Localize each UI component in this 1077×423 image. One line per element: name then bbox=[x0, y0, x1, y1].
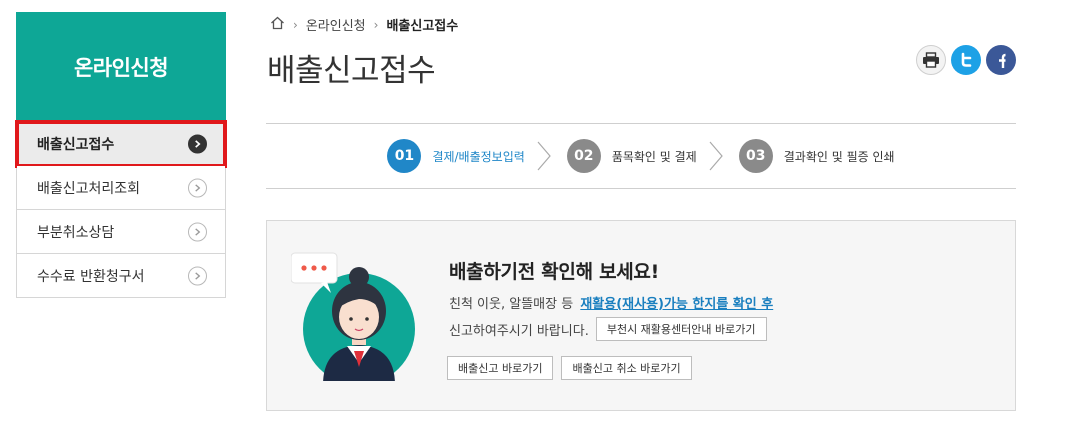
sidebar-menu: 배출신고접수 배출신고처리조회 부분취소상담 수수료 반환청구서 bbox=[15, 120, 227, 298]
sidebar-item-label: 수수료 반환청구서 bbox=[37, 268, 145, 285]
counselor-illustration bbox=[291, 252, 415, 381]
progress-steps: 01 결제/배출정보입력 02 품목확인 및 결제 03 결과확인 및 필증 인… bbox=[266, 123, 1016, 189]
sidebar-item-label: 부분취소상담 bbox=[37, 224, 115, 241]
cancel-report-shortcut-button[interactable]: 배출신고 취소 바로가기 bbox=[561, 356, 692, 380]
step-label: 결제/배출정보입력 bbox=[432, 149, 525, 164]
recycle-center-button[interactable]: 부천시 재활용센터안내 바로가기 bbox=[595, 317, 767, 341]
step-3: 03 결과확인 및 필증 인쇄 bbox=[738, 139, 895, 173]
sidebar-item-status[interactable]: 배출신고처리조회 bbox=[17, 166, 225, 210]
step-number: 01 bbox=[387, 139, 422, 173]
breadcrumb-item[interactable]: 온라인신청 bbox=[306, 15, 366, 34]
sidebar-title: 온라인신청 bbox=[16, 12, 226, 122]
notice-title: 배출하기전 확인해 보세요! bbox=[449, 261, 659, 283]
step-label: 품목확인 및 결제 bbox=[611, 149, 697, 164]
sidebar: 온라인신청 배출신고접수 배출신고처리조회 부분취소상담 수수료 반환청구서 bbox=[15, 12, 227, 298]
home-icon[interactable] bbox=[270, 16, 285, 34]
notice-text-2: 신고하여주시기 바랍니다. bbox=[449, 323, 589, 339]
sidebar-item-label: 배출신고처리조회 bbox=[37, 180, 141, 197]
notice-text-1: 친척 이웃, 알뜰매장 등 bbox=[449, 297, 574, 312]
sidebar-item-refund[interactable]: 수수료 반환청구서 bbox=[17, 254, 225, 298]
breadcrumb-separator: › bbox=[293, 17, 298, 32]
chevron-right-icon bbox=[188, 178, 207, 197]
breadcrumb-current: 배출신고접수 bbox=[386, 19, 459, 34]
share-buttons bbox=[916, 45, 1016, 75]
step-2: 02 품목확인 및 결제 bbox=[566, 139, 739, 173]
notice-box: 배출하기전 확인해 보세요! 친척 이웃, 알뜰매장 등 재활용(재사용)가능 … bbox=[266, 220, 1016, 411]
step-chevron-icon bbox=[709, 141, 723, 171]
print-icon[interactable] bbox=[916, 45, 946, 75]
facebook-icon[interactable] bbox=[986, 45, 1016, 75]
chevron-right-icon bbox=[188, 266, 207, 285]
page-title: 배출신고접수 bbox=[267, 53, 436, 89]
breadcrumb: › 온라인신청 › 배출신고접수 bbox=[270, 15, 458, 34]
reuse-check-link[interactable]: 재활용(재사용)가능 한지를 확인 후 bbox=[580, 297, 773, 312]
step-number: 03 bbox=[738, 139, 773, 173]
step-label: 결과확인 및 필증 인쇄 bbox=[783, 149, 895, 164]
report-shortcut-button[interactable]: 배출신고 바로가기 bbox=[447, 356, 554, 380]
sidebar-item-partial-cancel[interactable]: 부분취소상담 bbox=[17, 210, 225, 254]
notice-actions: 배출신고 바로가기 배출신고 취소 바로가기 bbox=[447, 356, 692, 380]
sidebar-item-report[interactable]: 배출신고접수 bbox=[15, 120, 227, 168]
step-chevron-icon bbox=[537, 141, 551, 171]
notice-text-2-row: 신고하여주시기 바랍니다. 부천시 재활용센터안내 바로가기 bbox=[449, 317, 767, 341]
twitter-icon[interactable] bbox=[951, 45, 981, 75]
chevron-right-icon bbox=[188, 222, 207, 241]
breadcrumb-separator: › bbox=[373, 17, 379, 32]
notice-text: 친척 이웃, 알뜰매장 등 재활용(재사용)가능 한지를 확인 후 bbox=[449, 293, 773, 312]
step-number: 02 bbox=[566, 139, 601, 173]
chevron-right-icon bbox=[188, 134, 207, 153]
sidebar-item-label: 배출신고접수 bbox=[37, 136, 115, 153]
step-1: 01 결제/배출정보입력 bbox=[387, 139, 566, 173]
